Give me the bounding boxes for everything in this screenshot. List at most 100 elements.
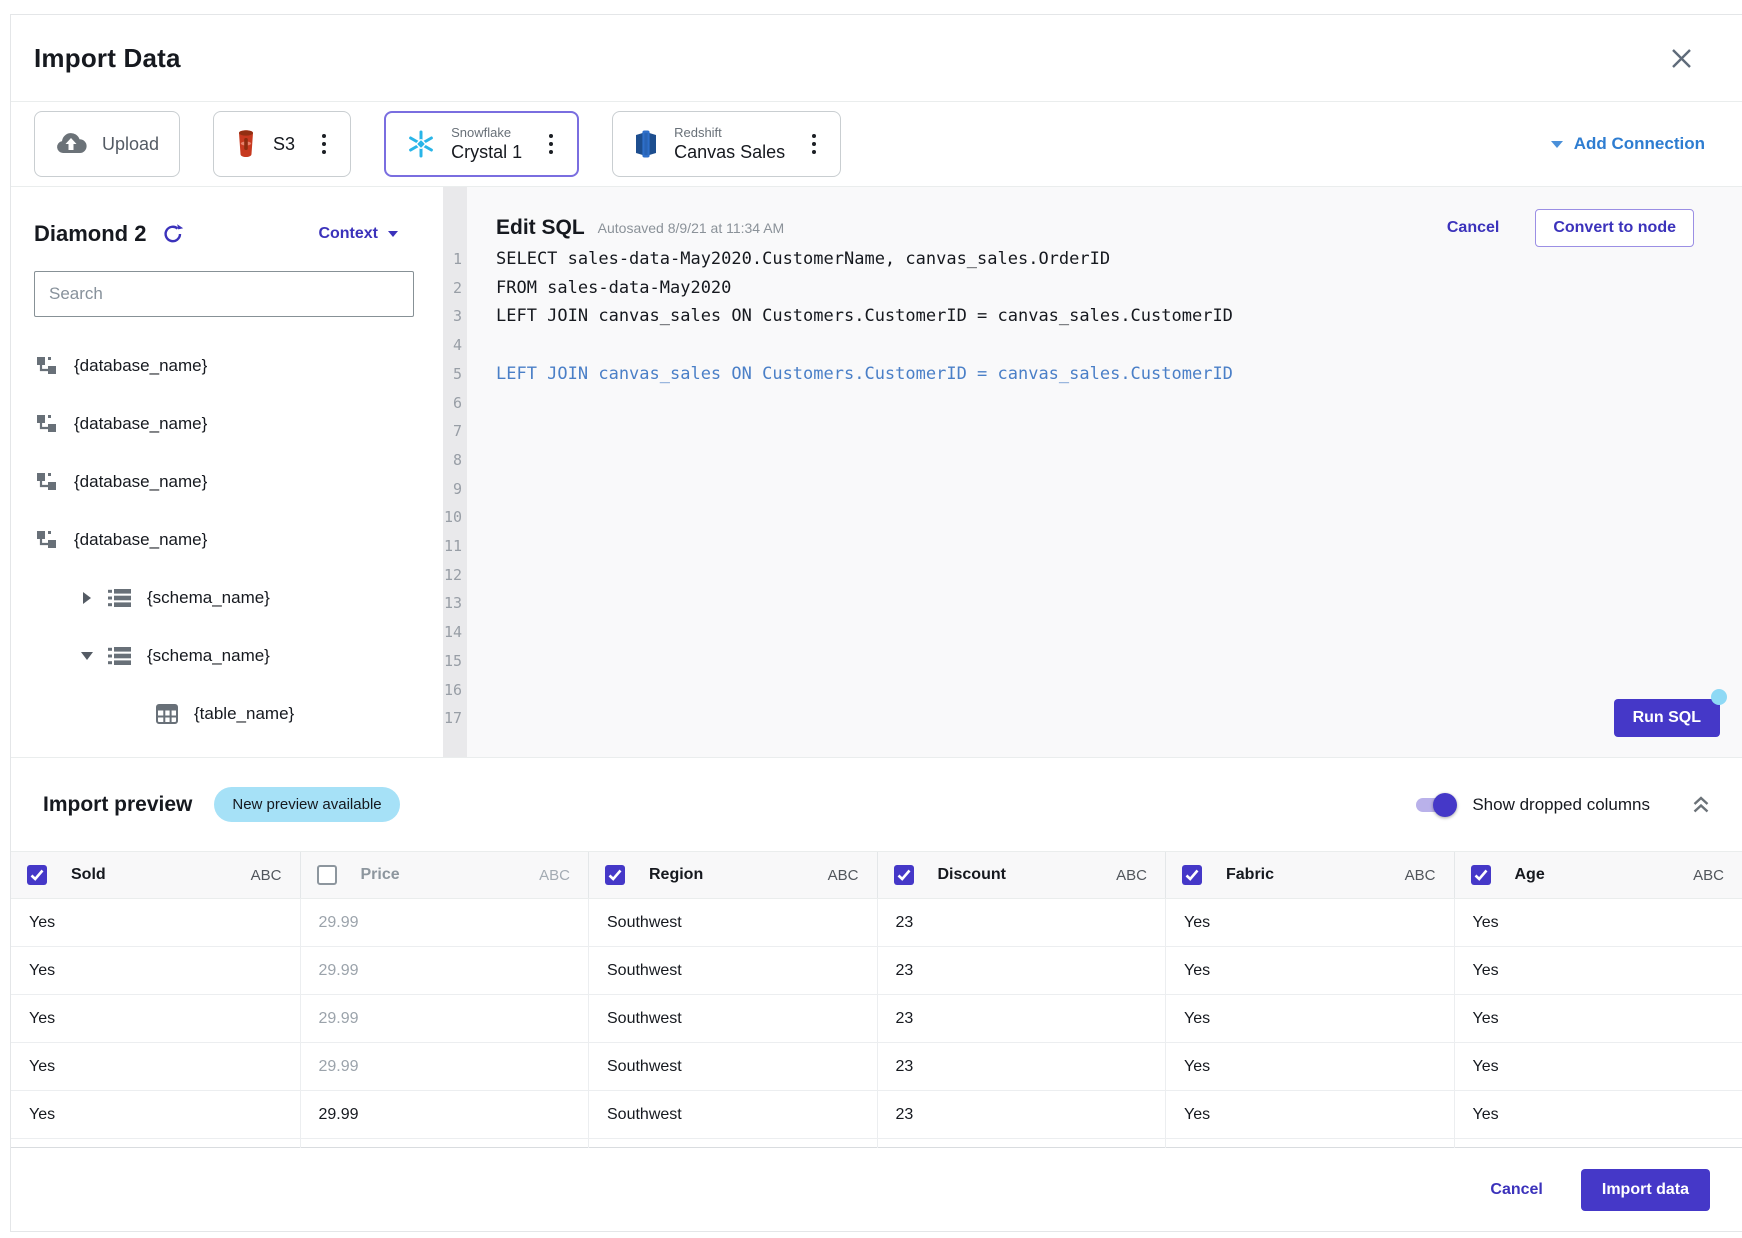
column-header-price: PriceABC (300, 852, 589, 898)
table-cell: 23 (877, 947, 1166, 994)
table-cell (1454, 1139, 1742, 1148)
table-cell: Yes (11, 1043, 300, 1090)
table-cell (11, 1139, 300, 1148)
context-dropdown[interactable]: Context (318, 225, 398, 243)
close-icon[interactable] (1668, 45, 1694, 71)
table-row-clipped (11, 1139, 1742, 1148)
column-checkbox[interactable] (894, 865, 914, 885)
database-icon (36, 413, 58, 435)
tree-item-label: {database_name} (74, 414, 207, 434)
tree-item-database[interactable]: {database_name} (34, 453, 443, 511)
table-row: Yes29.99Southwest23YesYes (11, 1043, 1742, 1091)
import-data-dialog: Import Data Upload S3 Snowflake (10, 14, 1742, 1232)
snowflake-connection-card[interactable]: Snowflake Crystal 1 (384, 111, 579, 177)
upload-button[interactable]: Upload (34, 111, 180, 177)
s3-label: S3 (273, 134, 295, 155)
table-cell (300, 1139, 589, 1148)
import-preview-section: Import preview New preview available Sho… (11, 758, 1742, 1149)
search-input[interactable] (34, 271, 414, 317)
add-connection-button[interactable]: Add Connection (1551, 134, 1705, 154)
table-cell: 23 (877, 995, 1166, 1042)
snowflake-menu-icon[interactable] (545, 130, 557, 158)
table-cell: 29.99 (300, 899, 589, 946)
cloud-upload-icon (55, 132, 87, 156)
column-type-label: ABC (251, 867, 282, 884)
sql-code-line: LEFT JOIN canvas_sales ON Customers.Cust… (496, 360, 1742, 389)
editor-cancel-button[interactable]: Cancel (1447, 219, 1499, 237)
column-checkbox[interactable] (317, 865, 337, 885)
table-cell: 23 (877, 899, 1166, 946)
upload-label: Upload (102, 134, 159, 155)
line-number: 6 (443, 389, 462, 418)
table-row: Yes29.99Southwest23YesYes (11, 947, 1742, 995)
column-checkbox[interactable] (27, 865, 47, 885)
table-cell: Yes (1454, 1091, 1742, 1138)
tree-item-label: {schema_name} (147, 588, 270, 608)
show-dropped-columns-toggle[interactable] (1416, 798, 1454, 812)
table-cell: Southwest (588, 1043, 877, 1090)
table-cell: 29.99 (300, 1043, 589, 1090)
snowflake-type-label: Snowflake (451, 125, 522, 141)
database-icon (36, 355, 58, 377)
table-cell: Yes (1454, 995, 1742, 1042)
tree-item-database[interactable]: {database_name} (34, 511, 443, 569)
redshift-type-label: Redshift (674, 125, 785, 141)
tree-item-database[interactable]: {database_name} (34, 337, 443, 395)
convert-to-node-button[interactable]: Convert to node (1535, 209, 1694, 247)
editor-title: Edit SQL (496, 216, 585, 240)
column-checkbox[interactable] (1471, 865, 1491, 885)
preview-table-header: SoldABCPriceABCRegionABCDiscountABCFabri… (11, 851, 1742, 899)
table-cell: Yes (1165, 1043, 1454, 1090)
table-cell (877, 1139, 1166, 1148)
column-type-label: ABC (1116, 867, 1147, 884)
column-name: Discount (938, 866, 1006, 884)
s3-connection-card[interactable]: S3 (213, 111, 351, 177)
footer-cancel-button[interactable]: Cancel (1490, 1181, 1542, 1199)
chevron-down-icon[interactable] (81, 652, 93, 660)
import-data-button[interactable]: Import data (1581, 1169, 1710, 1211)
tree-item-table[interactable]: {table_name} (34, 685, 443, 743)
table-cell: 29.99 (300, 995, 589, 1042)
table-cell: Yes (11, 899, 300, 946)
chevron-right-icon[interactable] (81, 592, 93, 604)
line-number: 13 (443, 589, 462, 618)
table-cell: Southwest (588, 947, 877, 994)
sql-code-line: LEFT JOIN canvas_sales ON Customers.Cust… (496, 302, 1742, 331)
preview-table-body: Yes29.99Southwest23YesYesYes29.99Southwe… (11, 899, 1742, 1148)
line-number: 2 (443, 274, 462, 303)
preview-title: Import preview (43, 793, 192, 817)
tree-item-database[interactable]: {database_name} (34, 395, 443, 453)
new-preview-badge: New preview available (214, 787, 399, 822)
snowflake-icon (406, 129, 436, 159)
table-row: Yes29.99Southwest23YesYes (11, 899, 1742, 947)
tree-item-label: {schema_name} (147, 646, 270, 666)
schema-icon (107, 587, 131, 609)
column-checkbox[interactable] (1182, 865, 1202, 885)
tree-item-schema[interactable]: {schema_name} (34, 569, 443, 627)
redshift-connection-card[interactable]: Redshift Canvas Sales (612, 111, 841, 177)
table-cell: Yes (1454, 947, 1742, 994)
column-checkbox[interactable] (605, 865, 625, 885)
refresh-icon[interactable] (162, 223, 184, 245)
line-number: 12 (443, 561, 462, 590)
redshift-menu-icon[interactable] (808, 130, 820, 158)
table-cell: Southwest (588, 995, 877, 1042)
table-row: Yes29.99Southwest23YesYes (11, 995, 1742, 1043)
run-sql-button[interactable]: Run SQL (1614, 699, 1720, 737)
sql-code-line: FROM sales-data-May2020 (496, 274, 1742, 303)
line-number: 9 (443, 475, 462, 504)
table-cell: Yes (1454, 1043, 1742, 1090)
tree-item-label: {database_name} (74, 530, 207, 550)
sql-code-line: SELECT sales-data-May2020.CustomerName, … (496, 245, 1742, 274)
s3-menu-icon[interactable] (318, 130, 330, 158)
table-cell: Yes (1165, 899, 1454, 946)
collapse-preview-icon[interactable] (1690, 794, 1712, 816)
line-number: 8 (443, 446, 462, 475)
table-cell: 29.99 (300, 947, 589, 994)
table-cell: Yes (1165, 1091, 1454, 1138)
line-number: 16 (443, 676, 462, 705)
tree-item-schema[interactable]: {schema_name} (34, 627, 443, 685)
table-cell: Southwest (588, 899, 877, 946)
table-cell: Yes (11, 947, 300, 994)
line-number: 3 (443, 302, 462, 331)
